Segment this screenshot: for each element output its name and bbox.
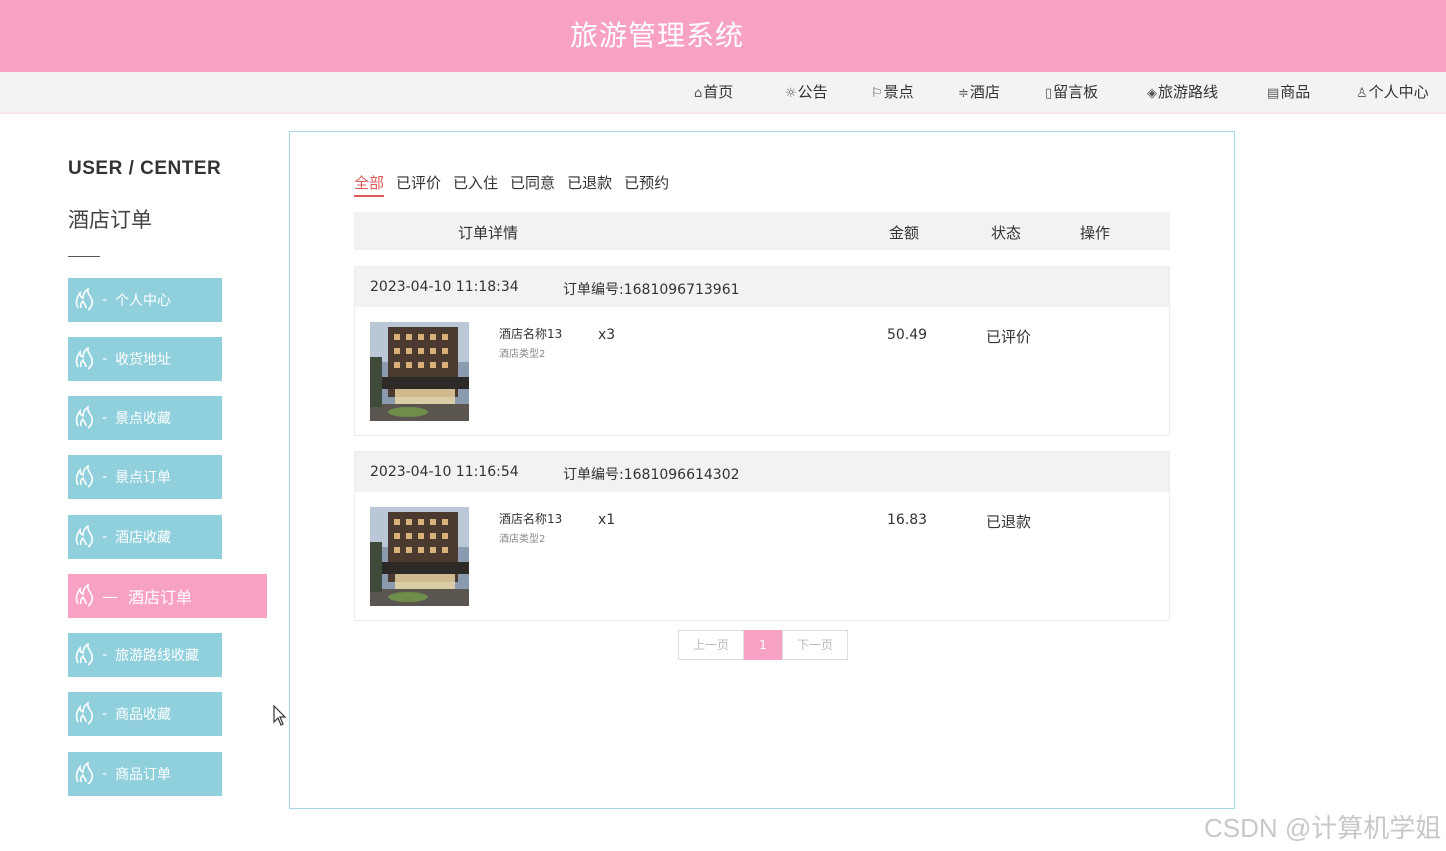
flame-icon [74, 762, 96, 786]
hotel-type: 酒店类型2 [499, 349, 546, 360]
sidebar-item-label: 景点收藏 [115, 411, 172, 427]
sidebar-item-label: 商品收藏 [115, 707, 172, 723]
flame-icon [74, 584, 96, 608]
user-center-subtitle: 酒店订单 [68, 208, 152, 232]
layers-icon: ◈ [1147, 86, 1157, 101]
nav-routes[interactable]: ◈旅游路线 [1147, 72, 1218, 112]
home-icon: ⌂ [694, 86, 703, 101]
flag-icon: ⚐ [871, 86, 883, 101]
hotel-thumbnail[interactable] [370, 507, 469, 606]
flame-icon [74, 702, 96, 726]
dash: - [102, 469, 108, 485]
nav-hotel[interactable]: ≑酒店 [958, 72, 1000, 112]
sidebar-item-label: 景点订单 [115, 470, 172, 486]
page-1-button[interactable]: 1 [744, 630, 782, 660]
quantity: x3 [598, 327, 616, 343]
order-time: 2023-04-10 11:16:54 [370, 464, 519, 480]
order-number: 订单编号:1681096713961 [563, 282, 740, 298]
dash: - [102, 706, 108, 722]
flame-icon [74, 406, 96, 430]
order-card: 2023-04-10 11:16:54 订单编号:1681096614302 酒… [354, 451, 1170, 621]
order-number: 订单编号:1681096614302 [563, 467, 740, 483]
tab-approved[interactable]: 已同意 [510, 172, 555, 195]
header-action: 操作 [1080, 224, 1111, 242]
amount: 16.83 [887, 512, 928, 528]
hotel-name: 酒店名称13 [499, 327, 563, 341]
order-status: 已退款 [986, 513, 1032, 531]
sidebar-item-label: 个人中心 [115, 293, 172, 309]
orders-panel: 全部 已评价 已入住 已同意 已退款 已预约 订单详情 金额 状态 操作 2023-04-… [289, 131, 1235, 809]
nav-products[interactable]: ▤商品 [1267, 72, 1310, 112]
dash: - [102, 410, 108, 426]
hotel-type: 酒店类型2 [499, 534, 546, 545]
nav-home[interactable]: ⌂首页 [694, 72, 733, 112]
flame-icon [74, 525, 96, 549]
tab-refunded[interactable]: 已退款 [567, 172, 612, 195]
hotel-name: 酒店名称13 [499, 512, 563, 526]
sidebar-item-scenic-orders[interactable]: - 景点订单 [68, 455, 222, 499]
message-icon: ▯ [1045, 86, 1053, 101]
user-center-title: USER / CENTER [68, 158, 222, 179]
sidebar-item-label: 酒店收藏 [115, 530, 172, 546]
sidebar-item-address[interactable]: - 收货地址 [68, 337, 222, 381]
order-time: 2023-04-10 11:18:34 [370, 279, 519, 295]
nav-notice[interactable]: ☼公告 [785, 72, 828, 112]
header-detail: 订单详情 [458, 224, 519, 242]
order-status: 已评价 [986, 328, 1032, 346]
sliders-icon: ≑ [958, 86, 969, 101]
sidebar-item-profile[interactable]: - 个人中心 [68, 278, 222, 322]
sidebar-item-hotel-orders[interactable]: — 酒店订单 [68, 574, 267, 618]
gear-icon: ☼ [785, 86, 797, 101]
flame-icon [74, 288, 96, 312]
amount: 50.49 [887, 327, 928, 343]
sidebar-item-hotel-favorites[interactable]: - 酒店收藏 [68, 515, 222, 559]
table-header: 订单详情 金额 状态 操作 [354, 212, 1170, 250]
order-header: 2023-04-10 11:16:54 订单编号:1681096614302 [355, 452, 1169, 492]
pagination: 上一页 1 下一页 [678, 630, 848, 660]
dash: - [102, 647, 108, 663]
clipboard-icon: ▤ [1267, 86, 1280, 101]
main-nav: ⌂首页 ☼公告 ⚐景点 ≑酒店 ▯留言板 ◈旅游路线 ▤商品 ♙个人中心 [0, 72, 1446, 114]
dash: — [102, 586, 118, 606]
sidebar-item-label: 酒店订单 [128, 588, 193, 607]
order-header: 2023-04-10 11:18:34 订单编号:1681096713961 [355, 267, 1169, 307]
top-banner: 旅游管理系统 [0, 0, 1446, 72]
flame-icon [74, 465, 96, 489]
order-card: 2023-04-10 11:18:34 订单编号:1681096713961 酒… [354, 266, 1170, 436]
tab-checked-in[interactable]: 已入住 [453, 172, 498, 195]
tab-reviewed[interactable]: 已评价 [396, 172, 441, 195]
user-icon: ♙ [1356, 86, 1368, 101]
sidebar-item-product-orders[interactable]: - 商品订单 [68, 752, 222, 796]
sidebar-item-product-favorites[interactable]: - 商品收藏 [68, 692, 222, 736]
dash: - [102, 351, 108, 367]
status-tabs: 全部 已评价 已入住 已同意 已退款 已预约 [354, 172, 681, 197]
sidebar-item-label: 收货地址 [115, 352, 172, 368]
flame-icon [74, 347, 96, 371]
header-amount: 金额 [889, 224, 920, 242]
header-status: 状态 [991, 224, 1022, 242]
nav-user-center[interactable]: ♙个人中心 [1356, 72, 1429, 112]
site-title: 旅游管理系统 [570, 19, 745, 52]
flame-icon [74, 643, 96, 667]
nav-messages[interactable]: ▯留言板 [1045, 72, 1098, 112]
sidebar-item-scenic-favorites[interactable]: - 景点收藏 [68, 396, 222, 440]
mouse-cursor-icon [273, 705, 287, 726]
tab-booked[interactable]: 已预约 [624, 172, 669, 195]
quantity: x1 [598, 512, 616, 528]
next-page-button[interactable]: 下一页 [782, 630, 848, 660]
sidebar-item-label: 商品订单 [115, 767, 172, 783]
dash: - [102, 766, 108, 782]
watermark: CSDN @计算机学姐 [1204, 813, 1442, 843]
tab-all[interactable]: 全部 [354, 172, 385, 197]
nav-scenic[interactable]: ⚐景点 [871, 72, 914, 112]
sidebar-item-route-favorites[interactable]: - 旅游路线收藏 [68, 633, 222, 677]
hotel-thumbnail[interactable] [370, 322, 469, 421]
dash: - [102, 529, 108, 545]
sidebar-item-label: 旅游路线收藏 [115, 648, 200, 664]
prev-page-button[interactable]: 上一页 [678, 630, 744, 660]
divider [68, 256, 100, 257]
dash: - [102, 292, 108, 308]
